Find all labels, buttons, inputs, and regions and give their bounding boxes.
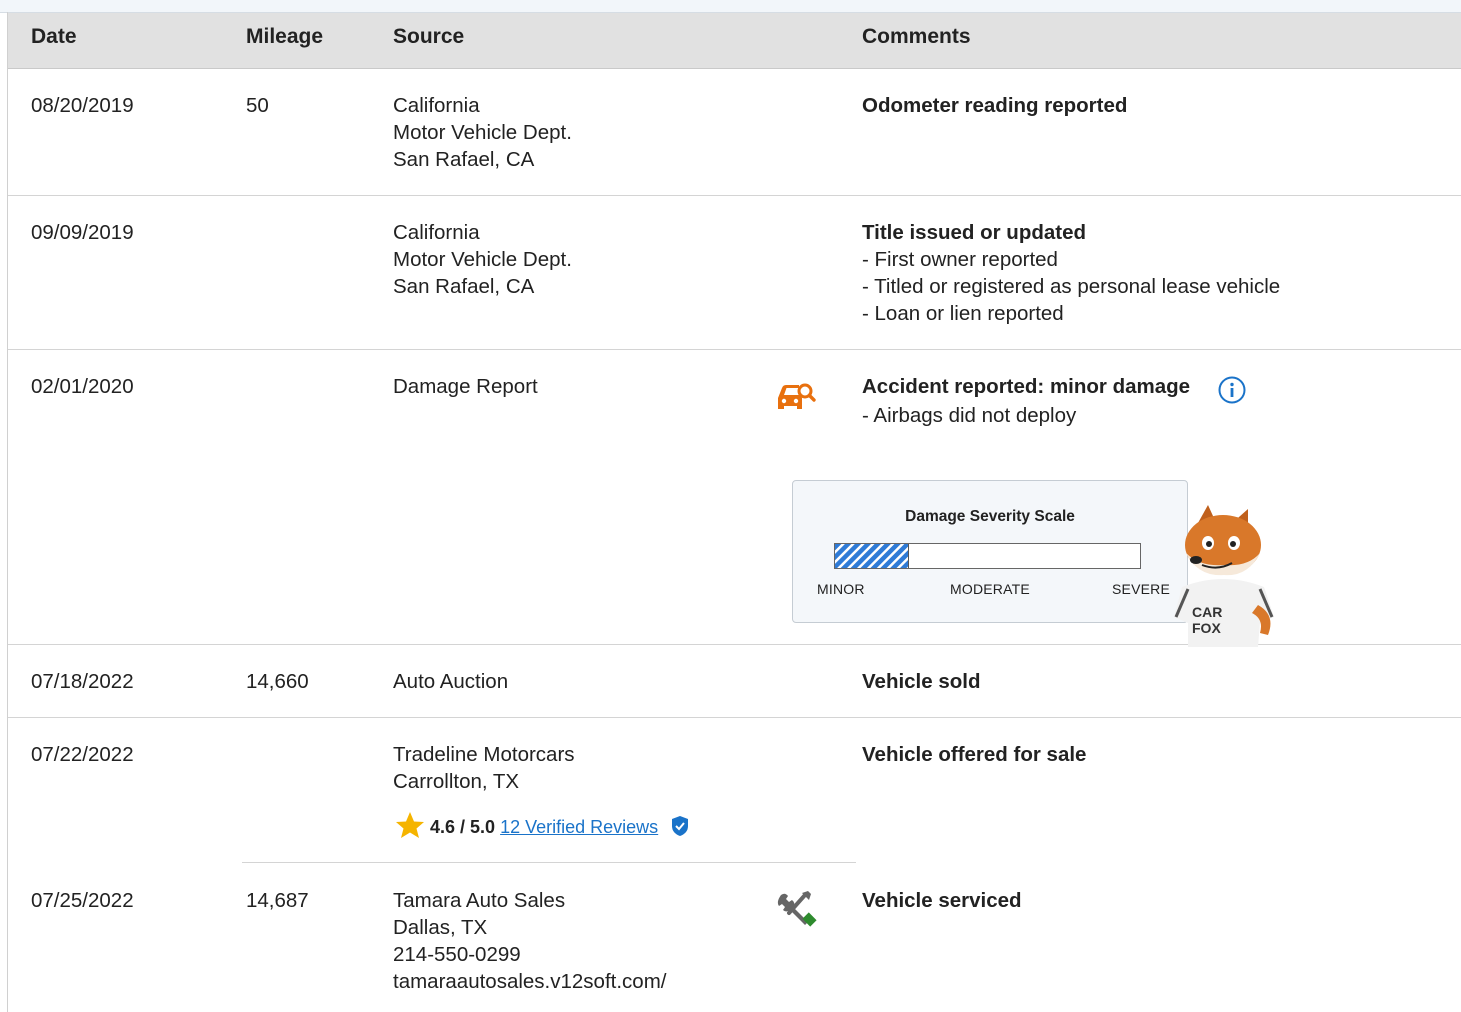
row-source: Damage Report — [393, 375, 538, 398]
row-mileage: 14,660 — [246, 670, 309, 693]
damage-severity-scale: Damage Severity Scale MINOR MODERATE SEV… — [792, 480, 1188, 623]
info-icon[interactable] — [1218, 376, 1246, 404]
row-source: California Motor Vehicle Dept. San Rafae… — [393, 221, 572, 298]
severity-bar — [834, 543, 1141, 569]
row-comment-title: Accident reported: minor damage — [862, 375, 1191, 398]
row-comment: Title issued or updated - First owner re… — [862, 219, 1280, 327]
mascot-shirt-text: CAR — [1192, 604, 1222, 620]
row-comment: Accident reported: minor damage - Airbag… — [862, 373, 1190, 429]
row-date: 07/18/2022 — [31, 670, 134, 693]
row-mileage: 14,687 — [246, 889, 309, 912]
row-source: Tradeline Motorcars Carrollton, TX — [393, 743, 575, 793]
comment-item: - First owner reported — [862, 248, 1058, 271]
row-date: 02/01/2020 — [31, 375, 134, 398]
severity-label-severe: SEVERE — [1112, 581, 1170, 597]
comment-item: - Loan or lien reported — [862, 302, 1064, 325]
row-date: 07/25/2022 — [31, 889, 134, 912]
row-comment-title: Vehicle serviced — [862, 889, 1022, 912]
star-icon — [396, 812, 424, 838]
header-mileage: Mileage — [246, 25, 324, 48]
row-comment-title: Vehicle offered for sale — [862, 743, 1087, 766]
verified-reviews-link[interactable]: 12 Verified Reviews — [500, 817, 658, 837]
row-date: 08/20/2019 — [31, 94, 134, 117]
row-source: Auto Auction — [393, 670, 509, 693]
header-comments: Comments — [862, 25, 971, 48]
table-row: 07/25/2022 14,687 Tamara Auto Sales Dall… — [8, 863, 1461, 1012]
dealer-rating: 4.6 / 5.0 12 Verified Reviews — [395, 811, 691, 841]
severity-fill — [835, 544, 909, 568]
header-date: Date — [31, 25, 77, 48]
row-date: 07/22/2022 — [31, 743, 134, 766]
severity-label-moderate: MODERATE — [950, 581, 1030, 597]
header-source: Source — [393, 25, 465, 48]
service-tools-icon — [775, 889, 819, 929]
row-comment-title: Vehicle sold — [862, 670, 981, 693]
top-strip — [0, 0, 1461, 13]
comment-item: - Titled or registered as personal lease… — [862, 275, 1281, 298]
svg-text:FOX: FOX — [1192, 620, 1221, 636]
table-row: 08/20/2019 50 California Motor Vehicle D… — [8, 69, 1461, 196]
comment-item: - Airbags did not deploy — [862, 404, 1077, 427]
verified-shield-icon — [672, 816, 689, 836]
row-comment-title: Odometer reading reported — [862, 94, 1128, 117]
carfox-mascot: CAR FOX — [1168, 505, 1278, 647]
row-comment-title: Title issued or updated — [862, 221, 1087, 244]
damage-report-car-icon — [775, 376, 819, 416]
table-row: 02/01/2020 Damage Report Accident report… — [8, 350, 1461, 647]
table-row: 07/22/2022 Tradeline Motorcars Carrollto… — [8, 718, 1461, 862]
severity-label-minor: MINOR — [817, 581, 865, 597]
table-row: 09/09/2019 California Motor Vehicle Dept… — [8, 196, 1461, 350]
severity-title: Damage Severity Scale — [905, 508, 1075, 525]
row-date: 09/09/2019 — [31, 221, 134, 244]
row-source: Tamara Auto Sales Dallas, TX 214-550-029… — [393, 889, 667, 993]
row-source: California Motor Vehicle Dept. San Rafae… — [393, 94, 572, 171]
rating-score: 4.6 / 5.0 — [430, 817, 496, 837]
history-table-header: Date Mileage Source Comments — [8, 13, 1461, 69]
table-row: 07/18/2022 14,660 Auto Auction Vehicle s… — [8, 645, 1461, 718]
row-mileage: 50 — [246, 94, 269, 117]
